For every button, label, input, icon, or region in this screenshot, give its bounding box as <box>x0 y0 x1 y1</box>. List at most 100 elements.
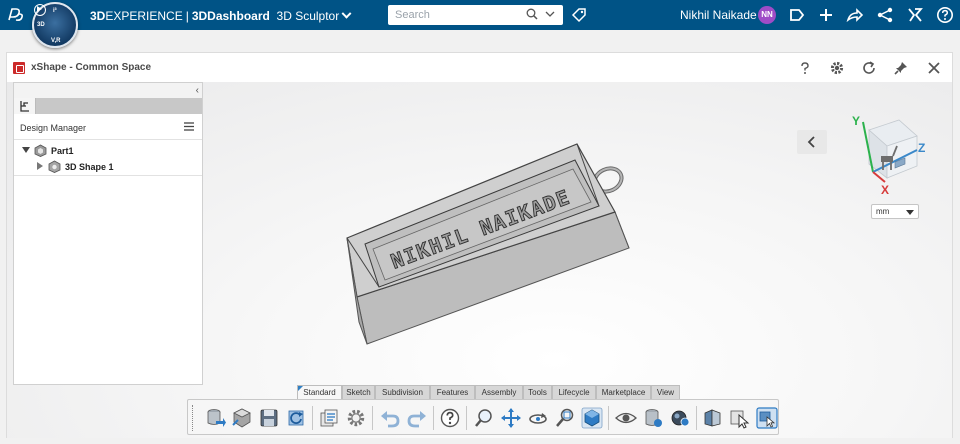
help-icon[interactable] <box>936 6 954 24</box>
settings-gear-icon[interactable] <box>345 407 367 429</box>
view-compass-cube[interactable]: Y Z X <box>845 112 927 194</box>
tab-lifecycle[interactable]: Lifecycle <box>552 385 596 399</box>
design-manager-header: Design Manager <box>14 114 202 140</box>
tab-assembly[interactable]: Assembly <box>475 385 523 399</box>
viewport-selection-icon[interactable] <box>756 407 778 429</box>
database-icon[interactable] <box>642 407 664 429</box>
close-icon[interactable] <box>926 60 942 76</box>
tag-icon[interactable] <box>571 7 587 23</box>
user-name[interactable]: Nikhil Naikade <box>680 8 757 22</box>
tab-sketch[interactable]: Sketch <box>342 385 375 399</box>
toolbar-divider <box>433 406 434 430</box>
tree-tab[interactable] <box>14 98 36 114</box>
search-box <box>388 5 563 25</box>
tab-subdivision[interactable]: Subdivision <box>375 385 430 399</box>
toolbar-divider <box>466 406 467 430</box>
panel-topbar: ‹ <box>14 83 202 98</box>
xshape-app-icon <box>13 62 25 74</box>
action-bar <box>187 399 779 435</box>
open-3d-shape-icon[interactable] <box>231 407 253 429</box>
search-input[interactable] <box>388 5 508 25</box>
unit-selector[interactable]: mm <box>871 204 919 219</box>
compass-button[interactable]: i³ 3D V,R <box>32 2 78 48</box>
dassault-logo-icon[interactable] <box>6 6 26 24</box>
widget-title: xShape - Common Space <box>31 62 152 73</box>
undo-icon[interactable] <box>379 407 401 429</box>
help-icon[interactable] <box>797 60 813 76</box>
toolbar-divider <box>372 406 373 430</box>
unit-value: mm <box>876 207 890 216</box>
help-icon[interactable] <box>439 407 461 429</box>
section-view-icon[interactable] <box>702 407 724 429</box>
toolbar-divider <box>312 406 313 430</box>
collapse-compass-button[interactable] <box>797 130 827 154</box>
top-bar: i³ 3D V,R 3DEXPERIENCE | 3DDashboard 3D Sc… <box>0 0 960 48</box>
tab-standard[interactable]: Standard <box>297 385 342 399</box>
y-axis-label: Y <box>852 114 860 128</box>
redo-icon[interactable] <box>406 407 428 429</box>
avatar[interactable]: NN <box>758 6 776 24</box>
expanded-triangle-icon[interactable] <box>22 146 30 154</box>
chevron-left-icon <box>807 136 815 148</box>
collapse-panel-icon[interactable]: ‹ <box>196 85 199 96</box>
compass-label-top: i³ <box>53 8 57 14</box>
brand-separator: | <box>185 9 189 23</box>
chevron-down-icon[interactable] <box>341 8 352 19</box>
forward-share-icon[interactable] <box>846 6 864 24</box>
design-manager-panel: ‹ Design Manager Part1 3D Shape 1 <box>13 82 203 385</box>
tree-node-label: Part1 <box>51 146 74 156</box>
pan-icon[interactable] <box>500 407 522 429</box>
tools-icon[interactable] <box>906 6 924 24</box>
refresh-icon[interactable] <box>861 60 877 76</box>
3d-viewport[interactable]: NIKHIL NAIKADE ‹ Design Manager Part1 3D… <box>7 82 952 438</box>
brand-experience: EXPERIENCE <box>105 9 183 23</box>
shape-icon <box>48 160 61 173</box>
brand-app-name: 3D Sculptor <box>276 9 340 23</box>
compass-play-icon <box>34 4 46 16</box>
hamburger-menu-icon[interactable] <box>184 122 194 131</box>
share-space-icon[interactable] <box>788 6 806 24</box>
render-style-icon[interactable] <box>669 407 691 429</box>
panel-tab-strip <box>14 98 202 114</box>
add-icon[interactable] <box>817 6 835 24</box>
compass-label-left: 3D <box>37 22 45 28</box>
brand-dashboard: 3DDashboard <box>191 9 270 23</box>
design-manager-title: Design Manager <box>20 123 87 133</box>
keychain-model[interactable]: NIKHIL NAIKADE <box>337 132 637 372</box>
zoom-icon[interactable] <box>473 407 495 429</box>
x-axis-label: X <box>881 183 889 194</box>
tab-features[interactable]: Features <box>430 385 475 399</box>
search-dropdown-icon[interactable] <box>545 9 555 19</box>
pin-icon[interactable] <box>893 60 909 76</box>
compass-label-bottom: V,R <box>51 38 61 44</box>
save-icon[interactable] <box>258 407 280 429</box>
unit-dropdown-arrow-icon <box>906 210 914 215</box>
tree-structure-icon <box>20 101 29 112</box>
tree-node-label: 3D Shape 1 <box>65 162 114 172</box>
widget-header: xShape - Common Space <box>7 53 952 82</box>
settings-gear-icon[interactable] <box>829 60 845 76</box>
search-icon[interactable] <box>526 8 538 20</box>
z-axis-label: Z <box>918 141 925 155</box>
tab-tools[interactable]: Tools <box>523 385 552 399</box>
tab-view[interactable]: View <box>651 385 680 399</box>
design-tree: Part1 3D Shape 1 <box>14 141 202 176</box>
app-brand[interactable]: 3DEXPERIENCE | 3DDashboard 3D Sculptor <box>90 8 352 23</box>
refresh-update-icon[interactable] <box>285 407 307 429</box>
part-icon <box>34 144 47 157</box>
show-hide-eye-icon[interactable] <box>615 407 637 429</box>
action-bar-grip[interactable] <box>192 405 194 431</box>
select-mode-icon[interactable] <box>729 407 751 429</box>
xshape-widget: xShape - Common Space NIKHIL NAIKADE ‹ D… <box>6 52 953 438</box>
fit-all-cube-icon[interactable] <box>581 407 603 429</box>
collapsed-triangle-icon[interactable] <box>36 162 44 170</box>
tab-marketplace[interactable]: Marketplace <box>596 385 651 399</box>
properties-icon[interactable] <box>318 407 340 429</box>
rotate-icon[interactable] <box>527 407 549 429</box>
toolbar-divider <box>608 406 609 430</box>
save-database-icon[interactable] <box>204 407 226 429</box>
brand-3d: 3D <box>90 9 106 23</box>
zoom-area-icon[interactable] <box>554 407 576 429</box>
toolbar-divider <box>696 406 697 430</box>
network-share-icon[interactable] <box>876 6 894 24</box>
